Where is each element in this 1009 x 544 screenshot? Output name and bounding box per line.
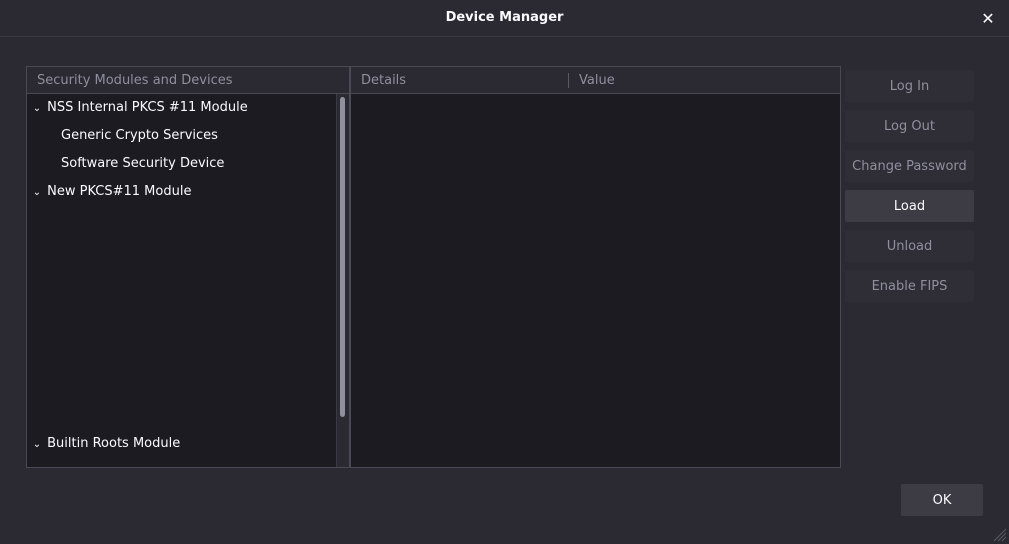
security-modules-tree[interactable]: Security Modules and Devices ⌄ NSS Inter… — [26, 66, 350, 468]
tree-item-label: Builtin Roots Module — [47, 436, 181, 451]
chevron-down-icon[interactable]: ⌄ — [31, 433, 43, 457]
tree-item-label: Software Security Device — [61, 156, 225, 171]
load-button[interactable]: Load — [845, 190, 974, 222]
tree-item-label: New PKCS#11 Module — [47, 184, 192, 199]
log-out-button[interactable]: Log Out — [845, 110, 974, 142]
tree-item-label: NSS Internal PKCS #11 Module — [47, 100, 248, 115]
log-in-button[interactable]: Log In — [845, 70, 974, 102]
tree-scrollbar[interactable] — [336, 94, 349, 467]
tree-item-label: Generic Crypto Services — [61, 128, 218, 143]
column-separator[interactable] — [568, 73, 569, 88]
tree-header-label: Security Modules and Devices — [37, 73, 233, 88]
tree-item-software-security[interactable]: Software Security Device — [61, 152, 224, 176]
tree-item-nss-internal[interactable]: ⌄ NSS Internal PKCS #11 Module — [31, 96, 248, 120]
chevron-down-icon[interactable]: ⌄ — [31, 97, 43, 121]
tree-item-generic-crypto[interactable]: Generic Crypto Services — [61, 124, 218, 148]
tree-item-new-pkcs11[interactable]: ⌄ New PKCS#11 Module — [31, 180, 192, 205]
chevron-down-icon[interactable]: ⌄ — [31, 181, 43, 205]
unload-button[interactable]: Unload — [845, 230, 974, 262]
window-title: Device Manager — [445, 10, 564, 25]
scrollbar-thumb[interactable] — [340, 97, 345, 417]
close-button[interactable]: ✕ — [977, 7, 999, 29]
change-password-button[interactable]: Change Password — [845, 150, 974, 182]
value-column-label[interactable]: Value — [579, 67, 615, 94]
tree-item-builtin-roots[interactable]: ⌄ Builtin Roots Module — [31, 432, 180, 456]
resize-grip-icon[interactable] — [993, 528, 1007, 542]
title-bar: Device Manager ✕ — [0, 0, 1009, 37]
ok-button[interactable]: OK — [901, 484, 983, 516]
details-table[interactable]: Details Value — [350, 66, 841, 468]
enable-fips-button[interactable]: Enable FIPS — [845, 270, 974, 302]
details-column-header: Details Value — [351, 67, 840, 94]
tree-column-header[interactable]: Security Modules and Devices — [27, 67, 349, 94]
details-column-label[interactable]: Details — [361, 67, 406, 94]
close-icon: ✕ — [981, 8, 995, 28]
